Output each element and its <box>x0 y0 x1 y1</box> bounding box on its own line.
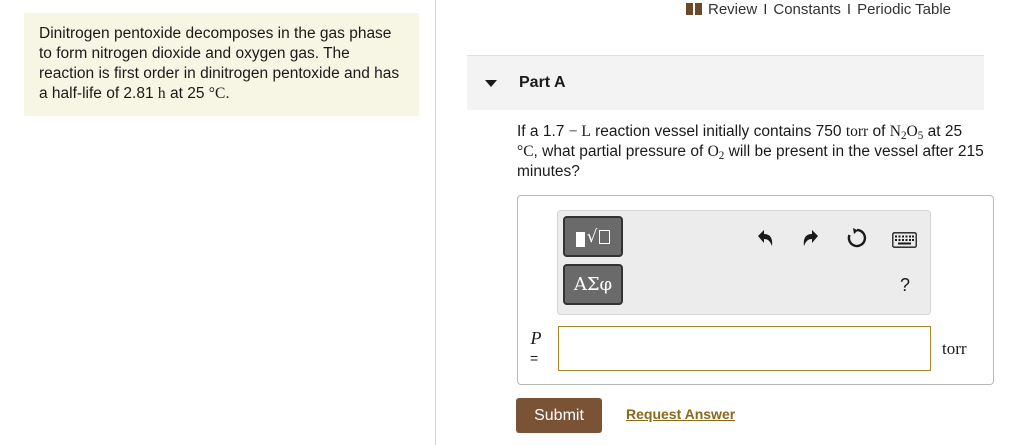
redo-icon[interactable] <box>800 227 822 249</box>
templates-button[interactable]: √ <box>563 216 623 257</box>
templates-icon: √ <box>575 226 611 247</box>
reset-icon[interactable] <box>845 226 869 250</box>
book-icon <box>686 3 702 15</box>
question-fragment: , what partial pressure of <box>533 143 708 160</box>
volume-unit: L <box>577 123 591 140</box>
formula-part: O <box>707 143 719 160</box>
greek-symbols-button[interactable]: ΑΣφ <box>563 264 623 305</box>
halflife-unit: h <box>157 85 166 102</box>
periodic-table-link[interactable]: Periodic Table <box>857 1 951 18</box>
formula-part: N <box>889 123 901 140</box>
submit-button[interactable]: Submit <box>516 398 602 433</box>
part-title: Part A <box>519 74 566 91</box>
help-button[interactable]: ? <box>896 274 914 296</box>
formula-part: O <box>906 123 918 140</box>
question-fragment: If a 1.7 <box>517 123 569 140</box>
question-fragment: reaction vessel initially contains 750 <box>590 123 846 140</box>
question-fragment: at 25 <box>923 123 963 140</box>
column-divider <box>435 0 436 445</box>
undo-icon[interactable] <box>754 227 776 249</box>
n2o5-formula: N2O5 <box>889 123 924 142</box>
resource-links: Review I Constants I Periodic Table <box>686 0 951 18</box>
problem-intro: Dinitrogen pentoxide decomposes in the g… <box>24 13 419 116</box>
part-a-header[interactable]: Part A <box>467 56 984 110</box>
link-separator: I <box>763 0 768 18</box>
answer-input[interactable] <box>558 326 931 371</box>
review-link[interactable]: Review <box>708 1 757 18</box>
question-text: If a 1.7 − L reaction vessel initially c… <box>517 122 987 182</box>
keyboard-icon[interactable] <box>892 232 917 248</box>
request-answer-link[interactable]: Request Answer <box>626 406 735 422</box>
answer-unit: torr <box>942 339 967 358</box>
equals-sign: = <box>530 350 539 366</box>
temperature-unit: °C <box>517 143 534 160</box>
answer-variable: P <box>530 328 542 348</box>
constants-link[interactable]: Constants <box>773 1 841 18</box>
o2-formula: O2 <box>707 143 725 162</box>
pressure-unit: torr <box>845 123 869 140</box>
collapse-caret-icon[interactable] <box>485 79 497 87</box>
question-fragment: of <box>868 123 890 140</box>
temperature-unit: °C <box>208 85 226 102</box>
intro-text-3: . <box>225 85 230 102</box>
intro-text-2: at 25 <box>165 85 209 102</box>
link-separator: I <box>846 0 852 18</box>
